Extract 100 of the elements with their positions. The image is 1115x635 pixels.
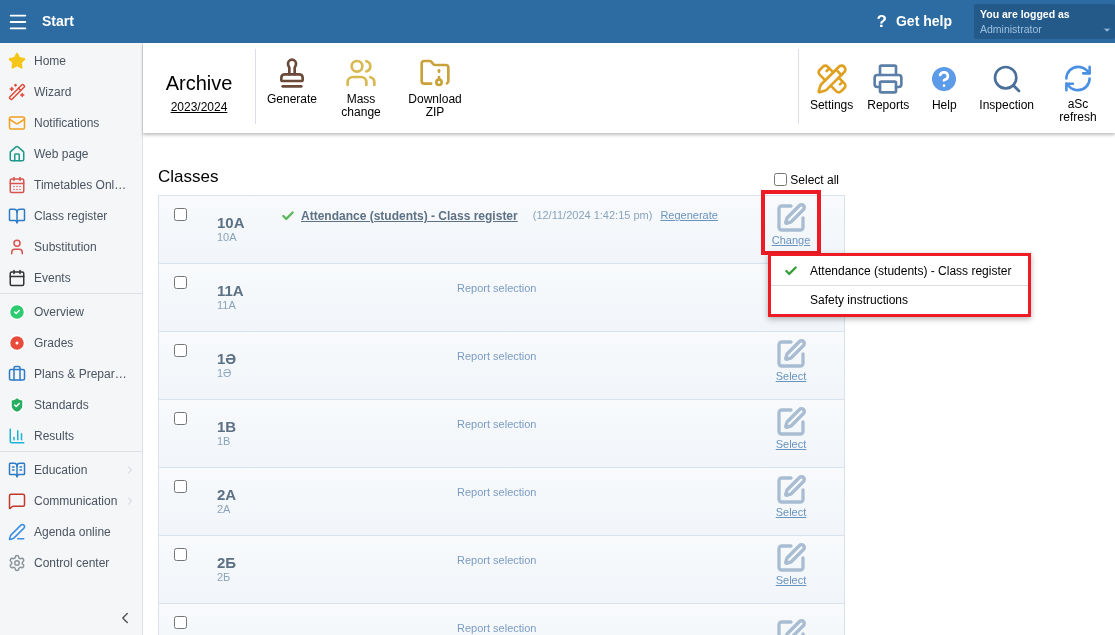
- row-checkbox[interactable]: [174, 547, 187, 561]
- toolbar-button[interactable]: Help: [916, 49, 973, 124]
- select-all-checkbox[interactable]: [774, 173, 788, 186]
- sidebar-label: Results: [34, 427, 75, 445]
- row-checkbox[interactable]: [174, 411, 187, 425]
- class-code: 10A: [217, 230, 238, 244]
- briefcase-icon: [8, 364, 26, 383]
- sidebar-label: Plans & Prepar…: [34, 365, 128, 383]
- envelope-icon: [8, 113, 26, 132]
- sidebar-item[interactable]: Plans & Prepar…: [0, 358, 142, 389]
- user-menu[interactable]: You are logged as Administrator: [974, 4, 1115, 39]
- sidebar-item[interactable]: Results: [0, 420, 142, 451]
- archive-title: Archive: [165, 71, 233, 95]
- select-all-label: Select all: [790, 171, 839, 189]
- pen-icon: [8, 522, 26, 541]
- toolbar-label: Generate: [267, 93, 318, 106]
- toolbar-label: Reports: [867, 99, 910, 112]
- year-link[interactable]: 2023/2024: [170, 98, 228, 116]
- toolbar-button[interactable]: Inspection: [972, 49, 1041, 124]
- class-name: 2Б: [217, 553, 238, 571]
- dropdown-item[interactable]: Attendance (students) - Class register: [771, 256, 1028, 285]
- sidebar-item[interactable]: Substitution: [0, 231, 142, 262]
- sidebar-item[interactable]: Control center: [0, 547, 142, 578]
- printer-icon: [872, 63, 905, 95]
- class-name: 1B: [217, 417, 238, 435]
- sidebar-item[interactable]: Class register: [0, 200, 142, 231]
- sidebar-item[interactable]: Grades: [0, 327, 142, 358]
- sidebar-label: Substitution: [34, 238, 98, 256]
- dropdown-item[interactable]: Safety instructions: [771, 285, 1028, 314]
- report-link[interactable]: Attendance (students) - Class register: [301, 206, 518, 225]
- wand-icon: [8, 82, 26, 101]
- sidebar-label: Notifications: [34, 114, 101, 132]
- dropdown-label: Attendance (students) - Class register: [810, 262, 1012, 280]
- toolbar-button[interactable]: Mass change: [324, 43, 399, 133]
- check-circle-icon: [8, 302, 26, 321]
- sidebar-label: Events: [34, 269, 72, 287]
- toolbar-button[interactable]: Settings: [802, 49, 861, 124]
- dropdown-icon: [1102, 25, 1112, 35]
- check-icon: [281, 208, 295, 223]
- get-help-button[interactable]: ? Get help: [876, 8, 952, 35]
- sidebar-item[interactable]: Agenda online: [0, 516, 142, 547]
- check-icon: [783, 263, 798, 278]
- row-checkbox[interactable]: [174, 207, 187, 221]
- help-icon: ?: [876, 8, 887, 35]
- sidebar-item[interactable]: Standards: [0, 389, 142, 420]
- toolbar-button[interactable]: aSc refresh: [1041, 49, 1115, 124]
- class-code: 1B: [217, 434, 232, 448]
- toolbar-label: aSc refresh: [1058, 98, 1098, 124]
- sidebar-item[interactable]: Events: [0, 262, 142, 293]
- sidebar-label: Wizard: [34, 83, 73, 101]
- sidebar-label: Home: [34, 52, 67, 70]
- toolbar-label: Mass change: [340, 93, 382, 119]
- house-icon: [8, 144, 26, 163]
- toolbar-button[interactable]: Reports: [860, 49, 917, 124]
- sidebar-label: Grades: [34, 334, 75, 352]
- people-icon: [345, 57, 378, 89]
- start-title[interactable]: Start: [42, 11, 74, 32]
- book-icon: [8, 460, 26, 479]
- shield-icon: [8, 395, 26, 414]
- class-name: 11A: [217, 281, 245, 299]
- sidebar-item[interactable]: Home: [0, 45, 142, 76]
- timestamp: (12/11/2024 1:42:15 pm): [532, 208, 653, 224]
- sidebar-label: Communication: [34, 492, 119, 510]
- zip-folder-icon: [419, 57, 452, 89]
- sidebar-label: Overview: [34, 303, 85, 321]
- sidebar-item[interactable]: Notifications: [0, 107, 142, 138]
- refresh-icon: [1062, 63, 1094, 94]
- class-code: 2A: [217, 502, 232, 516]
- class-name: 2A: [217, 485, 238, 503]
- class-code: 2Б: [217, 570, 232, 584]
- toolbar-label: Inspection: [979, 99, 1034, 112]
- dropdown-label: Safety instructions: [810, 292, 909, 309]
- sidebar-item[interactable]: Timetables Onl…: [0, 169, 142, 200]
- toolbar-button[interactable]: Download ZIP: [398, 43, 473, 133]
- sidebar-label: Class register: [34, 207, 109, 225]
- bar-chart-icon: [8, 426, 26, 445]
- row-checkbox[interactable]: [174, 479, 187, 493]
- calendar-icon: [8, 268, 26, 287]
- class-name: 10A: [217, 213, 246, 231]
- sidebar-item[interactable]: Education: [0, 454, 142, 485]
- user-caption: You are logged as: [980, 7, 1071, 21]
- sidebar-label: Agenda online: [34, 523, 112, 541]
- classes-heading: Classes: [158, 166, 219, 188]
- settings-icon: [8, 553, 26, 572]
- toolbar-button[interactable]: Generate: [260, 43, 325, 133]
- sidebar-item[interactable]: Wizard: [0, 76, 142, 107]
- calendar-icon: [8, 175, 26, 194]
- toolbar-label: Help: [931, 99, 957, 112]
- sidebar-item[interactable]: Communication: [0, 485, 142, 516]
- row-checkbox[interactable]: [174, 615, 187, 629]
- sidebar-label: Education: [34, 461, 89, 479]
- row-checkbox[interactable]: [174, 275, 187, 289]
- class-code: 11A: [217, 298, 237, 312]
- row-checkbox[interactable]: [174, 343, 187, 357]
- sidebar-label: Standards: [34, 396, 90, 414]
- class-code: 1Ə: [217, 366, 233, 380]
- book-icon: [8, 206, 26, 225]
- sidebar-item[interactable]: Web page: [0, 138, 142, 169]
- sidebar-item[interactable]: Overview: [0, 296, 142, 327]
- chat-icon: [8, 491, 26, 510]
